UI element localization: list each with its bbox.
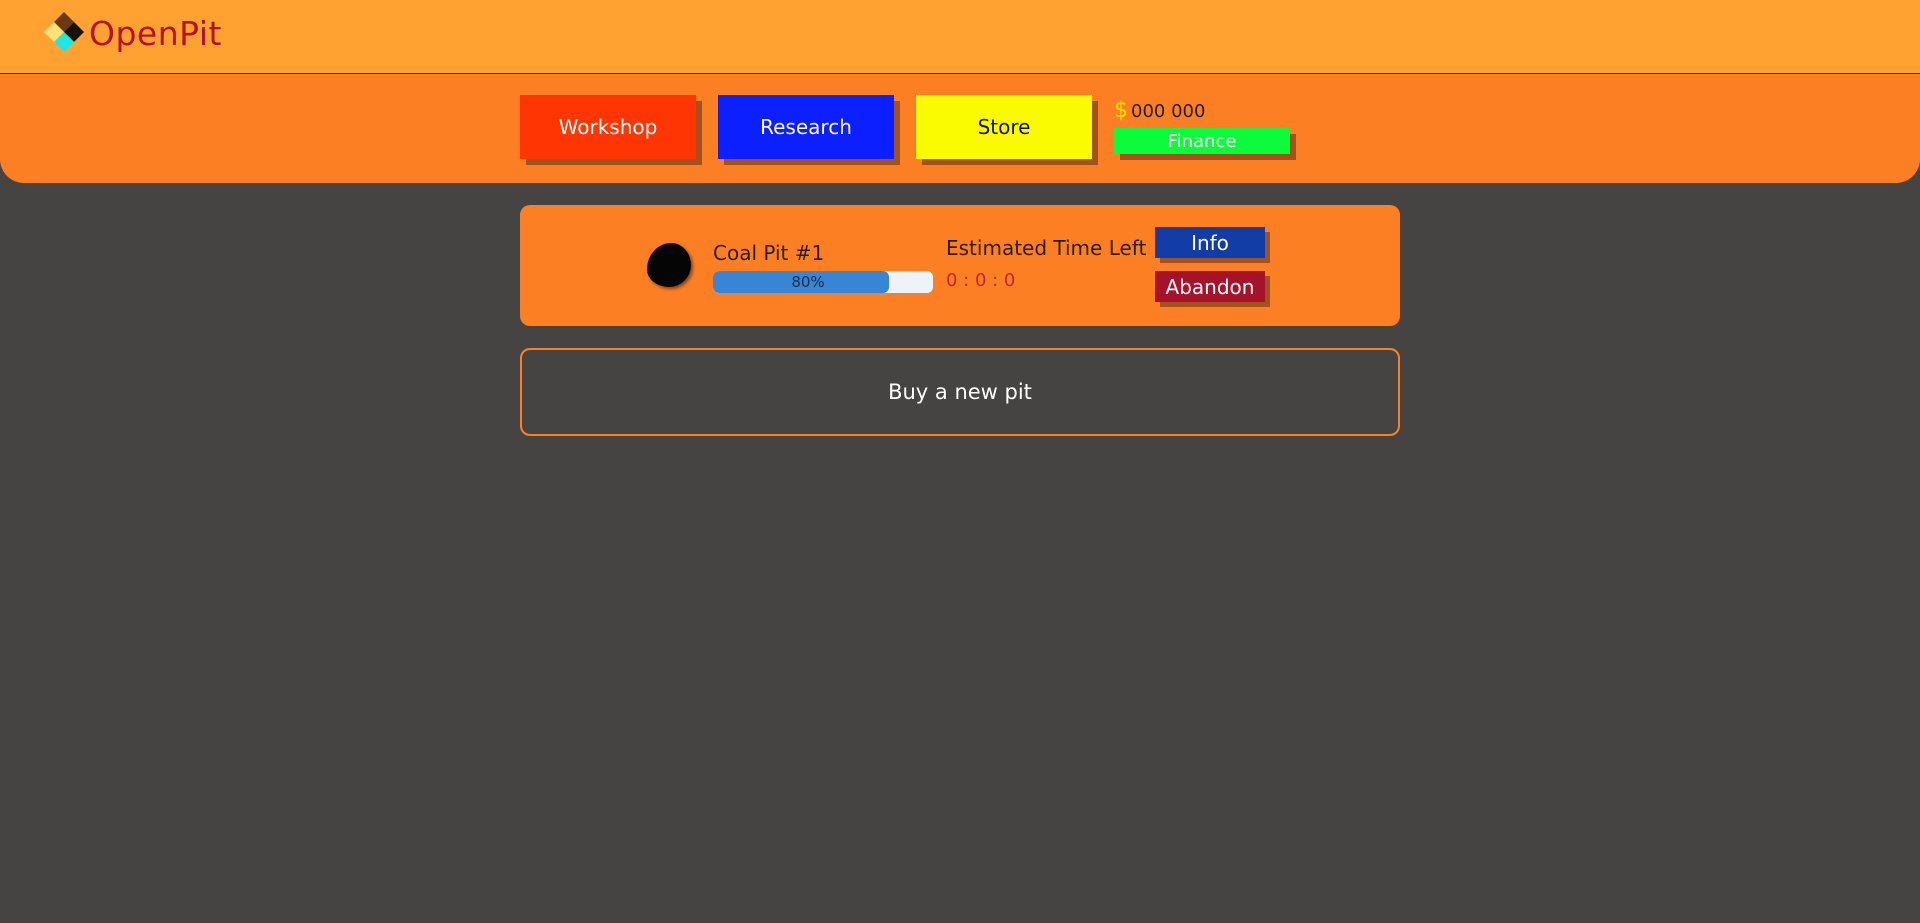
info-button[interactable]: Info	[1155, 227, 1265, 258]
coal-icon	[647, 243, 691, 287]
diamond-logo-icon	[44, 12, 84, 52]
buy-new-pit-button[interactable]: Buy a new pit	[520, 348, 1400, 436]
abandon-button[interactable]: Abandon	[1155, 271, 1265, 302]
workshop-button[interactable]: Workshop	[520, 95, 696, 159]
research-button[interactable]: Research	[718, 95, 894, 159]
top-bar: OpenPit	[0, 0, 1920, 74]
app-title: OpenPit	[89, 14, 222, 53]
pit-name: Coal Pit #1	[713, 241, 825, 265]
buy-new-pit-label: Buy a new pit	[888, 380, 1032, 404]
estimated-time-label: Estimated Time Left :	[946, 236, 1160, 260]
dollar-icon: $	[1114, 98, 1128, 123]
progress-text: 80%	[791, 273, 825, 291]
estimated-time-value: 0 : 0 : 0	[946, 270, 1016, 291]
money-display: $000 000	[1114, 99, 1205, 124]
money-value: 000 000	[1131, 101, 1206, 122]
store-button[interactable]: Store	[916, 95, 1092, 159]
pit-progress-bar: 80%	[713, 271, 933, 293]
finance-button[interactable]: Finance	[1114, 128, 1290, 154]
